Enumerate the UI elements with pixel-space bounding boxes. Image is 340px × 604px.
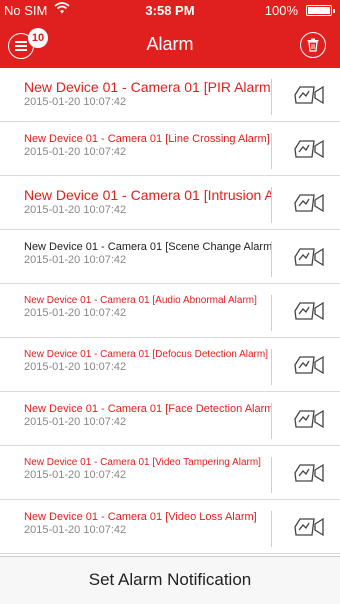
battery-icon — [306, 5, 335, 16]
alarm-timestamp: 2015-01-20 10:07:42 — [24, 254, 127, 266]
video-playback-icon — [294, 139, 324, 159]
video-playback-icon — [294, 409, 324, 429]
alarm-name: New Device 01 - Camera 01 [Video Loss Al… — [24, 511, 257, 523]
playback-button[interactable] — [292, 137, 326, 161]
nav-bar: 10 Alarm — [0, 20, 340, 68]
alarm-timestamp: 2015-01-20 10:07:42 — [24, 361, 127, 373]
page-title: Alarm — [146, 34, 194, 54]
alarm-name: New Device 01 - Camera 01 [Defocus Detec… — [24, 349, 268, 360]
alarm-row[interactable]: New Device 01 - Camera 01 [Video Tamperi… — [0, 446, 340, 500]
video-playback-icon — [294, 355, 324, 375]
alarm-row[interactable]: New Device 01 - Camera 01 [Intrusion Ala… — [0, 176, 340, 230]
playback-button[interactable] — [292, 407, 326, 431]
alarm-name: New Device 01 - Camera 01 [Video Tamperi… — [24, 457, 261, 468]
playback-button[interactable] — [292, 461, 326, 485]
alarm-timestamp: 2015-01-20 10:07:42 — [24, 146, 127, 158]
alarm-text: New Device 01 - Camera 01 [Scene Change … — [24, 241, 272, 277]
playback-button[interactable] — [292, 245, 326, 269]
alarm-row[interactable]: New Device 01 - Camera 01 [Scene Change … — [0, 230, 340, 284]
alarm-text: New Device 01 - Camera 01 [Video Tamperi… — [24, 457, 272, 493]
alarm-text: New Device 01 - Camera 01 [Intrusion Ala… — [24, 187, 272, 223]
video-playback-icon — [294, 247, 324, 267]
alarm-row[interactable]: New Device 01 - Camera 01 [PIR Alarm] 201… — [0, 68, 340, 122]
status-bar: No SIM 3:58 PM 100% — [0, 0, 340, 20]
alarm-list[interactable]: New Device 01 - Camera 01 [PIR Alarm] 201… — [0, 68, 340, 556]
alarm-text: New Device 01 - Camera 01 [Video Loss Al… — [24, 511, 272, 547]
alarm-row[interactable]: New Device 01 - Camera 01 [Defocus Detec… — [0, 338, 340, 392]
alarm-text: New Device 01 - Camera 01 [Audio Abnorma… — [24, 295, 272, 331]
set-alarm-notification-button[interactable]: Set Alarm Notification — [0, 556, 340, 604]
alarm-text: New Device 01 - Camera 01 [PIR Alarm] 201… — [24, 79, 272, 115]
alarm-name: New Device 01 - Camera 01 [Scene Change … — [24, 241, 271, 253]
trash-icon — [307, 38, 319, 52]
alarm-name: New Device 01 - Camera 01 [Face Detectio… — [24, 403, 271, 415]
playback-button[interactable] — [292, 191, 326, 215]
alarm-text: New Device 01 - Camera 01 [Line Crossing… — [24, 133, 272, 169]
playback-button[interactable] — [292, 515, 326, 539]
alarm-name: New Device 01 - Camera 01 [PIR Alarm] — [24, 79, 271, 95]
video-playback-icon — [294, 517, 324, 537]
alarm-text: New Device 01 - Camera 01 [Defocus Detec… — [24, 349, 272, 385]
alarm-timestamp: 2015-01-20 10:07:42 — [24, 307, 127, 319]
alarm-row[interactable]: New Device 01 - Camera 01 [Audio Abnorma… — [0, 284, 340, 338]
alarm-timestamp: 2015-01-20 10:07:42 — [24, 416, 127, 428]
video-playback-icon — [294, 463, 324, 483]
alarm-timestamp: 2015-01-20 10:07:42 — [24, 524, 127, 536]
battery-percent: 100% — [264, 3, 298, 18]
video-playback-icon — [294, 85, 324, 105]
alarm-timestamp: 2015-01-20 10:07:42 — [24, 96, 127, 108]
alarm-name: New Device 01 - Camera 01 [Line Crossing… — [24, 133, 270, 145]
alarm-name: New Device 01 - Camera 01 [Intrusion Ala… — [24, 187, 271, 203]
playback-button[interactable] — [292, 353, 326, 377]
video-playback-icon — [294, 301, 324, 321]
alarm-row[interactable]: New Device 01 - Camera 01 [Face Detectio… — [0, 392, 340, 446]
alarm-name: New Device 01 - Camera 01 [Audio Abnorma… — [24, 295, 257, 306]
playback-button[interactable] — [292, 83, 326, 107]
alarm-row[interactable]: New Device 01 - Camera 01 [Line Crossing… — [0, 122, 340, 176]
alarm-timestamp: 2015-01-20 10:07:42 — [24, 204, 127, 216]
alarm-text: New Device 01 - Camera 01 [Face Detectio… — [24, 403, 272, 439]
delete-button[interactable] — [300, 32, 326, 58]
playback-button[interactable] — [292, 299, 326, 323]
video-playback-icon — [294, 193, 324, 213]
alarm-timestamp: 2015-01-20 10:07:42 — [24, 469, 127, 481]
alarm-row[interactable]: New Device 01 - Camera 01 [Video Loss Al… — [0, 500, 340, 554]
